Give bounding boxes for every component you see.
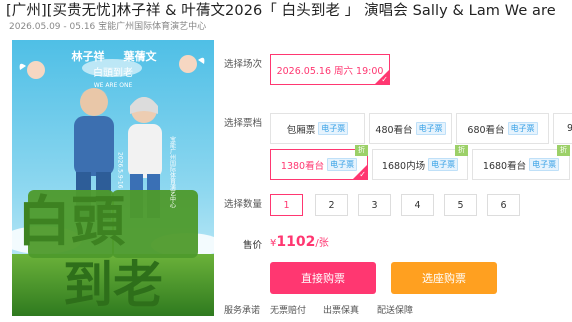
poster-slogan: 白頭到老: [93, 66, 133, 79]
ticket-option-1380[interactable]: 1380看台 电子票 折 ✓: [270, 145, 368, 180]
poster-big-text-2: 到老: [63, 256, 163, 314]
service-item-1: 无票赔付: [270, 306, 307, 316]
poster-side-dates: 2026.5.9-16: [117, 152, 124, 189]
buy-seat-button[interactable]: 选座购票: [391, 262, 497, 294]
discount-badge: 折: [557, 145, 570, 156]
ticket-option-1680-stand[interactable]: 1680看台 电子票 折: [472, 145, 570, 180]
e-ticket-tag: 电子票: [428, 158, 459, 171]
ticket-option-680[interactable]: 680看台 电子票: [456, 113, 549, 144]
poster-name-right: 葉蒨文: [123, 49, 158, 63]
e-ticket-tag: 电子票: [529, 158, 560, 171]
e-ticket-tag: 电子票: [507, 122, 538, 135]
session-option-text: 2026.05.16 周六 19:00: [276, 65, 384, 77]
session-option[interactable]: 2026.05.16 周六 19:00 ✓: [270, 54, 390, 85]
check-icon: ✓: [359, 170, 366, 179]
ticket-name: 1380看台: [280, 160, 325, 172]
e-ticket-tag: 电子票: [318, 122, 349, 135]
ticket-name: 包厢票: [286, 124, 316, 136]
price-unit: /张: [315, 238, 329, 249]
e-ticket-tag: 电子票: [415, 122, 446, 135]
ticket-name: 480看台: [375, 124, 413, 136]
price-value: 1102: [276, 234, 316, 250]
ticket-name: 680看台: [467, 124, 505, 136]
poster-name-left: 林子祥: [72, 49, 105, 63]
event-title: [广州][买贵无忧]林子祥 & 叶蒨文2026「 白头到老 」 演唱会 Sall…: [6, 3, 556, 19]
price-label: 售价: [243, 240, 263, 251]
tickets-label: 选择票档: [224, 118, 263, 129]
ticket-option-box[interactable]: 包厢票 电子票: [270, 113, 365, 144]
event-poster[interactable]: 白頭 到老 林子祥 葉蒨文 白頭到老 WE ARE ONE 2026.5.9-1…: [12, 40, 214, 316]
quantity-label: 选择数量: [224, 199, 263, 210]
service-item-3: 配送保障: [377, 306, 414, 316]
service-label: 服务承诺: [224, 306, 261, 316]
poster-slogan-en: WE ARE ONE: [94, 82, 133, 89]
discount-badge: 折: [355, 145, 368, 156]
event-date-venue: 2026.05.09 - 05.16 宝能广州国际体育演艺中心: [9, 22, 207, 32]
ticket-option-480[interactable]: 480看台 电子票: [369, 113, 452, 144]
poster-side-venue: 宝能广州国际体育演艺中心: [169, 135, 176, 208]
session-label: 选择场次: [224, 59, 263, 70]
quantity-option-2[interactable]: 2: [315, 194, 348, 216]
check-icon: ✓: [381, 75, 388, 84]
quantity-option-4[interactable]: 4: [401, 194, 434, 216]
ticket-option-partial[interactable]: 9: [553, 113, 572, 144]
buy-direct-button[interactable]: 直接购票: [270, 262, 376, 294]
ticket-name: 9: [567, 123, 572, 134]
quantity-option-3[interactable]: 3: [358, 194, 391, 216]
price-display: ¥1102/张: [270, 234, 329, 252]
ticket-option-1680-floor[interactable]: 1680内场 电子票 折: [372, 145, 468, 180]
poster-big-text-1: 白頭: [17, 190, 126, 253]
quantity-option-1[interactable]: 1: [270, 194, 303, 216]
quantity-option-6[interactable]: 6: [487, 194, 520, 216]
ticket-name: 1680看台: [482, 160, 527, 172]
quantity-option-5[interactable]: 5: [444, 194, 477, 216]
service-item-2: 出票保真: [323, 306, 360, 316]
discount-badge: 折: [455, 145, 468, 156]
ticket-name: 1680内场: [381, 160, 426, 172]
